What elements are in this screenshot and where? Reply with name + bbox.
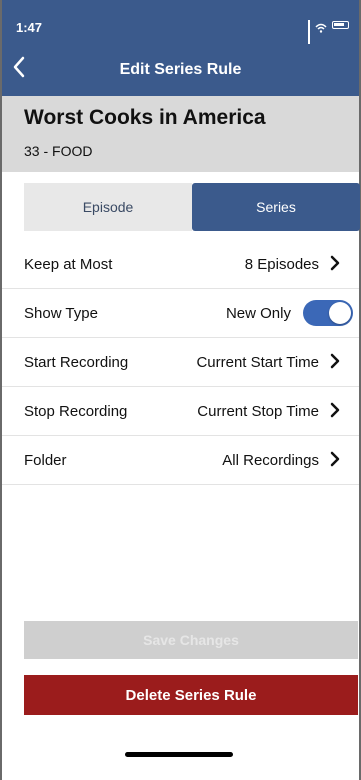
delete-series-rule-button[interactable]: Delete Series Rule <box>24 675 358 715</box>
chevron-right-icon <box>329 350 343 372</box>
setting-value: Current Start Time <box>196 353 319 371</box>
toggle-knob <box>329 302 351 324</box>
setting-value: Current Stop Time <box>197 402 319 420</box>
channel-label: 33 - FOOD <box>24 143 93 159</box>
setting-label: Keep at Most <box>24 255 113 273</box>
rule-type-segmented-control: Episode Series <box>24 183 360 231</box>
tab-series[interactable]: Series <box>192 183 360 231</box>
battery-icon <box>332 21 349 29</box>
chevron-right-icon <box>329 399 343 421</box>
chevron-right-icon <box>329 448 343 470</box>
settings-list: Keep at Most 8 Episodes Show Type New On… <box>2 240 359 485</box>
chevron-right-icon <box>329 252 343 274</box>
show-info: Worst Cooks in America 33 - FOOD <box>2 96 359 172</box>
status-icons <box>308 20 349 44</box>
status-time: 1:47 <box>16 20 43 35</box>
setting-label: Start Recording <box>24 353 129 371</box>
setting-start-recording[interactable]: Start Recording Current Start Time <box>2 338 359 387</box>
setting-label: Folder <box>24 451 67 469</box>
tab-episode[interactable]: Episode <box>24 183 192 231</box>
show-title: Worst Cooks in America <box>24 106 266 129</box>
wifi-icon <box>315 20 327 33</box>
signal-icon <box>308 20 310 44</box>
save-changes-button[interactable]: Save Changes <box>24 621 358 659</box>
setting-show-type: Show Type New Only <box>2 289 359 338</box>
setting-value: New Only <box>225 304 291 322</box>
setting-keep-at-most[interactable]: Keep at Most 8 Episodes <box>2 240 359 289</box>
setting-value: 8 Episodes <box>244 255 319 273</box>
show-type-toggle[interactable] <box>303 300 353 326</box>
setting-stop-recording[interactable]: Stop Recording Current Stop Time <box>2 387 359 436</box>
setting-label: Stop Recording <box>24 402 128 420</box>
setting-value: All Recordings <box>222 451 319 469</box>
setting-folder[interactable]: Folder All Recordings <box>2 436 359 485</box>
nav-title: Edit Series Rule <box>119 61 242 78</box>
home-indicator[interactable] <box>125 752 233 757</box>
nav-header: 1:47 Edit Series Rule <box>2 0 359 96</box>
setting-label: Show Type <box>24 304 98 322</box>
